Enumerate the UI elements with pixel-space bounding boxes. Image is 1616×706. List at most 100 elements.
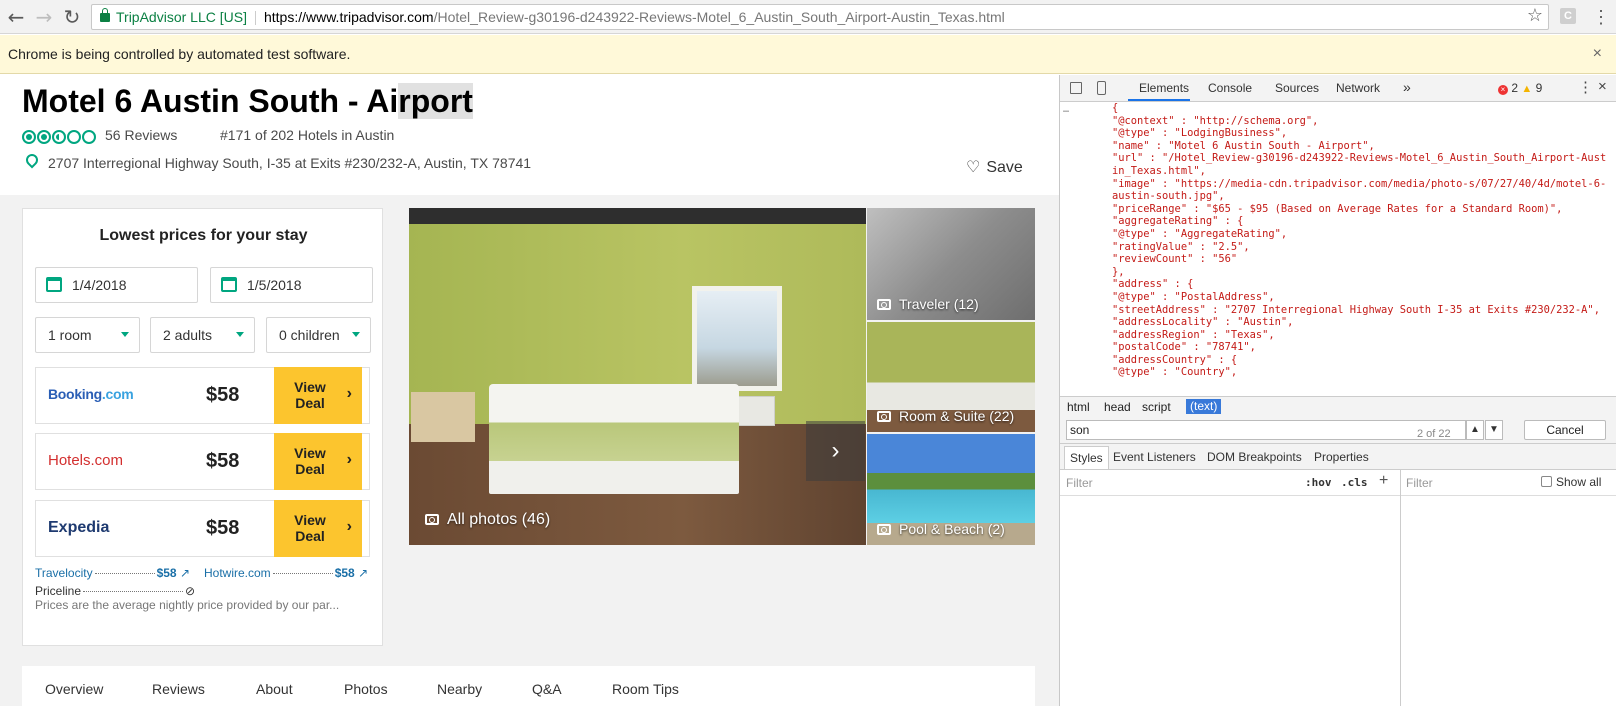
tab-reviews[interactable]: Reviews: [152, 681, 205, 697]
hotel-tabbar: Overview Reviews About Photos Nearby Q&A…: [22, 666, 1035, 706]
adults-select[interactable]: 2 adults: [150, 317, 255, 353]
checkout-date-field[interactable]: 1/5/2018: [210, 267, 373, 303]
travelocity-link[interactable]: Travelocity $58 ↗: [35, 566, 190, 580]
address-bar[interactable]: TripAdvisor LLC [US] https://www.tripadvi…: [91, 4, 1549, 30]
crumb-html[interactable]: html: [1067, 400, 1090, 414]
lock-icon: [100, 8, 110, 22]
camera-icon: [877, 411, 891, 422]
computed-filter-input[interactable]: Filter: [1406, 476, 1433, 490]
view-deal-button[interactable]: View Deal ›: [274, 500, 362, 557]
find-cancel-button[interactable]: Cancel: [1524, 420, 1606, 440]
view-deal-button[interactable]: View Deal ›: [274, 433, 362, 490]
tab-photos[interactable]: Photos: [344, 681, 388, 697]
url-host: https://www.tripadvisor.com: [263, 9, 434, 25]
chevron-down-icon: [236, 332, 244, 337]
photo-nightstand: [411, 392, 475, 442]
rating-bubble-icon: [37, 129, 51, 144]
forward-button[interactable]: →: [32, 5, 56, 29]
infobar-close-icon[interactable]: ×: [1593, 35, 1602, 73]
price-disclaimer: Prices are the average nightly price pro…: [35, 598, 340, 612]
leader-dots: [83, 591, 184, 593]
tab-qa[interactable]: Q&A: [532, 681, 562, 697]
bookmark-star-icon[interactable]: ☆: [1524, 5, 1546, 27]
save-label: Save: [986, 159, 1023, 176]
all-photos-label[interactable]: All photos (46): [425, 511, 550, 529]
devtools-error-counter[interactable]: × 2 ▲ 9: [1498, 81, 1542, 95]
show-all-checkbox[interactable]: Show all: [1541, 475, 1601, 489]
page-content: Motel 6 Austin South - Airport 56 Review…: [0, 75, 1059, 706]
subtab-styles[interactable]: Styles: [1064, 446, 1109, 469]
reload-button[interactable]: ↻: [60, 5, 84, 29]
booking-logo-tld: .com: [101, 386, 134, 402]
extension-icon[interactable]: C: [1560, 8, 1576, 24]
photo-thumb-pool-beach[interactable]: Pool & Beach (2): [867, 434, 1035, 545]
subtab-dom-breakpoints[interactable]: DOM Breakpoints: [1207, 450, 1302, 464]
devtools-menu-icon[interactable]: ⋮: [1578, 78, 1593, 96]
tab-nearby[interactable]: Nearby: [437, 681, 482, 697]
hover-state-toggle[interactable]: :hov: [1305, 476, 1332, 489]
devtools-tab-elements[interactable]: Elements: [1139, 81, 1189, 95]
devtools-panel: Elements Console Sources Network » × 2 ▲…: [1059, 75, 1616, 706]
crumb-text-selected[interactable]: (text): [1186, 399, 1222, 414]
priceline-link[interactable]: Priceline ⊘: [35, 584, 195, 598]
code-line: "aggregateRating" : {: [1112, 215, 1244, 228]
pane-divider[interactable]: [1400, 470, 1401, 706]
back-button[interactable]: ←: [4, 5, 28, 29]
calendar-icon: [221, 277, 237, 292]
photo-thumb-traveler[interactable]: Traveler (12): [867, 208, 1035, 320]
booking-logo: Booking.com: [48, 386, 134, 402]
view-deal-label-2: Deal: [295, 528, 325, 544]
children-select[interactable]: 0 children: [266, 317, 371, 353]
devtools-tab-network[interactable]: Network: [1336, 81, 1380, 95]
devtools-more-tabs-icon[interactable]: »: [1403, 79, 1411, 95]
code-line: "@type" : "Country",: [1112, 366, 1238, 379]
subtab-event-listeners[interactable]: Event Listeners: [1113, 450, 1196, 464]
new-style-rule-icon[interactable]: +: [1379, 472, 1388, 490]
deal-row-hotels[interactable]: Hotels.com $58 View Deal ›: [35, 433, 370, 490]
devtools-tab-sources[interactable]: Sources: [1275, 81, 1319, 95]
tab-about[interactable]: About: [256, 681, 293, 697]
view-deal-button[interactable]: View Deal ›: [274, 367, 362, 424]
chrome-menu-icon[interactable]: ⋮: [1591, 5, 1611, 29]
find-input[interactable]: son 2 of 22: [1066, 420, 1466, 440]
elements-tree[interactable]: … {"@context" : "http://schema.org", "@ty…: [1060, 102, 1616, 396]
crumb-script[interactable]: script: [1142, 400, 1171, 414]
hotwire-link[interactable]: Hotwire.com $58 ↗: [204, 566, 368, 580]
thumb-caption-text: Pool & Beach (2): [899, 521, 1005, 537]
devtools-close-icon[interactable]: ×: [1598, 78, 1607, 95]
collapsed-dots-icon[interactable]: …: [1063, 104, 1069, 117]
expedia-logo: Expedia: [48, 519, 110, 536]
devtools-tab-console[interactable]: Console: [1208, 81, 1252, 95]
hotel-address[interactable]: 2707 Interregional Highway South, I-35 a…: [48, 155, 531, 171]
crumb-head[interactable]: head: [1104, 400, 1131, 414]
rating-bubble-icon: [82, 129, 96, 144]
inspect-element-icon[interactable]: [1070, 82, 1082, 94]
camera-icon: [425, 514, 439, 525]
find-next-button[interactable]: ▼: [1485, 420, 1503, 440]
tab-overview[interactable]: Overview: [45, 681, 103, 697]
automation-infobar: Chrome is being controlled by automated …: [0, 35, 1616, 74]
checkin-date-field[interactable]: 1/4/2018: [35, 267, 198, 303]
deal-row-booking[interactable]: Booking.com $58 View Deal ›: [35, 367, 370, 424]
device-toolbar-icon[interactable]: [1097, 81, 1106, 95]
photo-thumb-room-suite[interactable]: Room & Suite (22): [867, 322, 1035, 432]
code-line: "@context" : "http://schema.org",: [1112, 114, 1319, 127]
hotel-ranking[interactable]: #171 of 202 Hotels in Austin: [220, 127, 394, 143]
site-name: Priceline: [35, 584, 82, 598]
rooms-select[interactable]: 1 room: [35, 317, 140, 353]
next-photo-button[interactable]: ›: [806, 421, 865, 481]
omnibox-divider: [254, 11, 256, 26]
reviews-count-link[interactable]: 56 Reviews: [105, 127, 177, 143]
styles-filter-input[interactable]: Filter: [1066, 476, 1093, 490]
main-photo[interactable]: All photos (46): [409, 208, 866, 545]
external-link-icon: ↗: [179, 566, 191, 580]
subtab-properties[interactable]: Properties: [1314, 450, 1369, 464]
find-previous-button[interactable]: ▲: [1466, 420, 1484, 440]
show-all-label: Show all: [1556, 475, 1602, 489]
deal-row-expedia[interactable]: Expedia $58 View Deal ›: [35, 500, 370, 557]
class-toggle[interactable]: .cls: [1341, 476, 1368, 489]
tab-room-tips[interactable]: Room Tips: [612, 681, 679, 697]
save-button[interactable]: ♡ Save: [966, 157, 1023, 177]
deal-price: $58: [206, 517, 240, 539]
code-line: },: [1112, 265, 1125, 278]
